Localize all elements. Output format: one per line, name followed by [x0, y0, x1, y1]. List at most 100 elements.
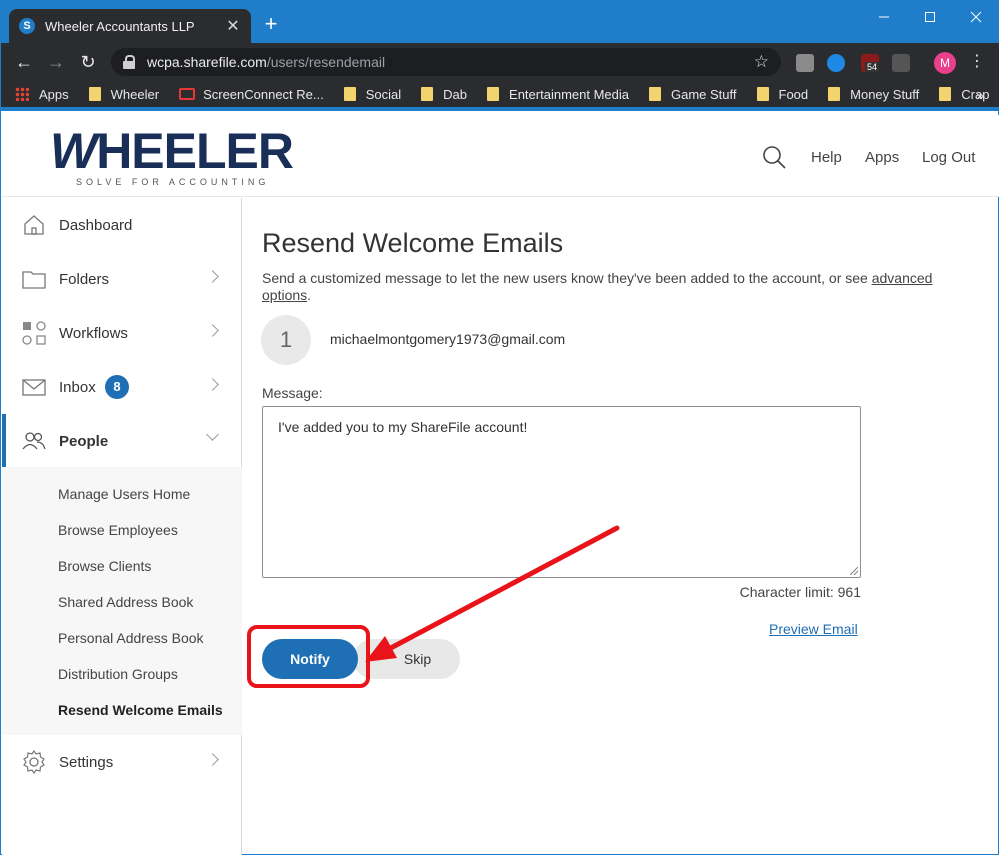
- sharefile-favicon-icon: S: [19, 18, 35, 34]
- character-limit: Character limit: 961: [739, 584, 861, 600]
- profile-avatar[interactable]: M: [934, 52, 956, 74]
- bookmarks-overflow-icon[interactable]: »: [976, 87, 984, 103]
- folder-icon: [421, 87, 434, 101]
- minimize-button[interactable]: [861, 1, 907, 33]
- logo-tagline: SOLVE FOR ACCOUNTING: [76, 177, 270, 187]
- subnav-resend-welcome-emails[interactable]: Resend Welcome Emails: [58, 702, 223, 718]
- sidebar: Dashboard Folders Workflows Inbox 8 Peop…: [2, 198, 242, 855]
- subnav-personal-address-book[interactable]: Personal Address Book: [58, 630, 204, 646]
- subnav-browse-clients[interactable]: Browse Clients: [58, 558, 151, 574]
- bookmark-label: Food: [778, 86, 809, 102]
- bookmark-dab[interactable]: Dab: [421, 87, 467, 102]
- sidebar-item-settings[interactable]: Settings: [2, 735, 242, 789]
- browser-tab-bar: S Wheeler Accountants LLP ✕ +: [1, 1, 999, 43]
- logout-link[interactable]: Log Out: [922, 149, 975, 166]
- wheeler-logo[interactable]: WHEELER SOLVE FOR ACCOUNTING: [50, 121, 294, 187]
- people-subnav: Manage Users Home Browse Employees Brows…: [2, 467, 242, 735]
- browser-window: S Wheeler Accountants LLP ✕ + ← → ↻ wcpa…: [0, 0, 999, 855]
- search-icon[interactable]: [762, 145, 786, 169]
- message-label: Message:: [262, 385, 323, 401]
- annotation-arrow-icon: [365, 525, 620, 662]
- subnav-browse-employees[interactable]: Browse Employees: [58, 522, 178, 538]
- folder-icon: [756, 87, 769, 101]
- lock-icon: [123, 55, 135, 69]
- address-bar[interactable]: wcpa.sharefile.com/users/resendemail ☆: [111, 48, 781, 76]
- chevron-right-icon: [206, 378, 219, 391]
- forward-arrow-icon[interactable]: →: [45, 51, 67, 73]
- minimize-icon: [879, 16, 889, 18]
- chevron-right-icon: [206, 753, 219, 766]
- logo-rest: HEELER: [96, 123, 294, 179]
- sidebar-item-people[interactable]: People: [2, 414, 242, 468]
- chevron-down-icon: [206, 428, 219, 441]
- sidebar-item-inbox[interactable]: Inbox 8: [2, 360, 242, 414]
- url-host: wcpa.sharefile.com: [147, 54, 267, 70]
- apps-link[interactable]: Apps: [865, 149, 899, 166]
- sidebar-item-dashboard[interactable]: Dashboard: [2, 198, 242, 252]
- folder-icon: [88, 87, 101, 101]
- ublock-extension-icon[interactable]: 54: [861, 54, 880, 72]
- subnav-manage-users-home[interactable]: Manage Users Home: [58, 486, 190, 502]
- sidebar-item-label: Workflows: [59, 324, 128, 342]
- home-icon: [24, 215, 44, 235]
- bookmark-star-icon[interactable]: ☆: [754, 52, 769, 72]
- close-window-button[interactable]: [953, 1, 999, 33]
- extension-badge: 54: [865, 62, 880, 72]
- recipient-number: 1: [261, 315, 311, 365]
- folder-icon: [487, 87, 500, 101]
- reload-icon[interactable]: ↻: [77, 51, 99, 73]
- folder-icon: [828, 87, 841, 101]
- inbox-count-badge: 8: [105, 375, 129, 399]
- recipient-email: michaelmontgomery1973@gmail.com: [330, 331, 566, 347]
- bookmark-game-stuff[interactable]: Game Stuff: [648, 86, 737, 102]
- intro-body: Send a customized message to let the new…: [262, 270, 872, 286]
- bookmark-label: Apps: [39, 86, 69, 102]
- browser-menu-icon[interactable]: ⋮: [969, 52, 985, 72]
- resize-handle-icon[interactable]: [850, 567, 858, 575]
- extension-drop-icon[interactable]: [892, 54, 910, 72]
- people-icon: [22, 432, 46, 450]
- sidebar-item-folders[interactable]: Folders: [2, 252, 242, 306]
- bookmark-label: Entertainment Media: [509, 86, 629, 102]
- bookmark-label: Wheeler: [110, 86, 160, 102]
- bookmark-entertainment-media[interactable]: Entertainment Media: [487, 87, 629, 102]
- bookmark-label: ScreenConnect Re...: [203, 86, 324, 102]
- subnav-shared-address-book[interactable]: Shared Address Book: [58, 594, 193, 610]
- bookmark-screenconnect[interactable]: ScreenConnect Re...: [179, 87, 324, 102]
- help-link[interactable]: Help: [811, 149, 842, 166]
- main-content: Resend Welcome Emails Send a customized …: [247, 198, 981, 855]
- tab-title: Wheeler Accountants LLP: [45, 18, 195, 34]
- bookmark-label: Social: [365, 86, 402, 102]
- new-tab-button[interactable]: +: [259, 13, 283, 37]
- bookmark-wheeler[interactable]: Wheeler: [88, 86, 160, 102]
- folder-icon: [22, 271, 46, 289]
- maximize-icon: [925, 12, 935, 22]
- browser-toolbar: ← → ↻ wcpa.sharefile.com/users/resendema…: [1, 43, 999, 81]
- message-text: I've added you to my ShareFile account!: [278, 419, 528, 435]
- apps-grid-icon: [15, 87, 29, 101]
- extension-dsp-icon[interactable]: [796, 54, 814, 72]
- sidebar-item-workflows[interactable]: Workflows: [2, 306, 242, 360]
- app-header: WHEELER SOLVE FOR ACCOUNTING Help Apps L…: [2, 115, 999, 197]
- bookmark-apps[interactable]: Apps: [15, 87, 69, 102]
- bookmark-money-stuff[interactable]: Money Stuff: [828, 87, 919, 102]
- sidebar-item-label: People: [59, 432, 109, 450]
- bookmark-label: Dab: [443, 86, 468, 102]
- bookmark-social[interactable]: Social: [343, 86, 402, 102]
- back-arrow-icon[interactable]: ←: [13, 51, 35, 73]
- subnav-distribution-groups[interactable]: Distribution Groups: [58, 666, 178, 682]
- bookmark-label: Game Stuff: [670, 86, 737, 102]
- extension-history-icon[interactable]: [827, 54, 845, 72]
- bookmarks-bar: Apps Wheeler ScreenConnect Re... Social …: [1, 81, 999, 111]
- preview-email-link[interactable]: Preview Email: [769, 621, 858, 637]
- maximize-button[interactable]: [907, 1, 953, 33]
- browser-tab[interactable]: S Wheeler Accountants LLP ✕: [9, 9, 251, 43]
- logo-wordmark: WHEELER: [50, 121, 294, 181]
- bookmark-food[interactable]: Food: [756, 86, 809, 102]
- folder-icon: [648, 87, 661, 101]
- tab-close-icon[interactable]: ✕: [225, 16, 241, 36]
- sidebar-item-label: Settings: [59, 753, 114, 771]
- chevron-right-icon: [206, 324, 219, 337]
- intro-end: .: [307, 287, 312, 303]
- folder-icon: [343, 87, 356, 101]
